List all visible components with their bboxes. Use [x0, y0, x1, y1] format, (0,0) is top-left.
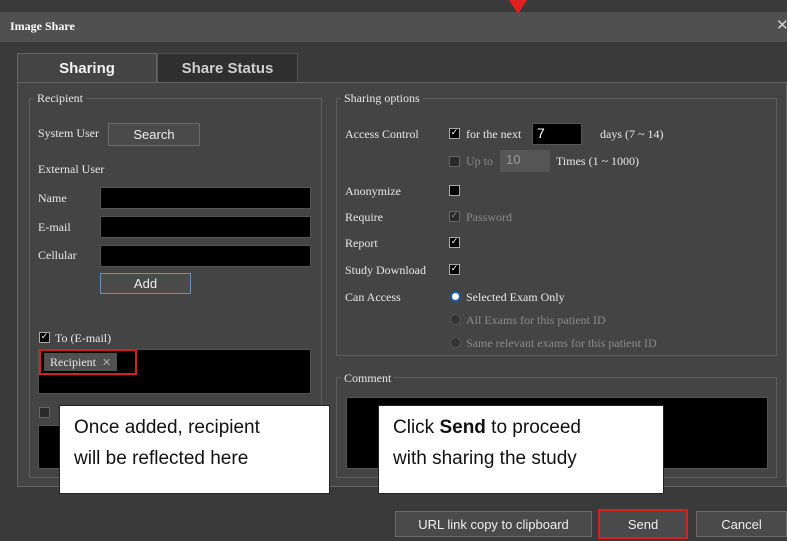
- tab-share-status[interactable]: Share Status: [157, 53, 298, 83]
- report-checkbox[interactable]: ✓: [449, 237, 460, 248]
- send-callout-line2: with sharing the study: [393, 448, 577, 469]
- name-input[interactable]: [100, 187, 311, 209]
- search-button[interactable]: Search: [108, 123, 200, 146]
- email-input[interactable]: [100, 216, 311, 238]
- send-callout-post: to proceed: [485, 417, 581, 438]
- days-range-label: days (7 ~ 14): [600, 127, 664, 141]
- send-callout: Click Send to proceed with sharing the s…: [378, 405, 664, 494]
- password-checkbox[interactable]: ✓: [449, 211, 460, 222]
- anonymize-checkbox[interactable]: [449, 185, 460, 196]
- study-download-checkbox[interactable]: ✓: [449, 264, 460, 275]
- password-label: Password: [466, 210, 513, 224]
- title-bar[interactable]: [0, 12, 787, 42]
- arrow-pointer-icon: [509, 0, 527, 14]
- require-label: Require: [345, 210, 383, 224]
- url-copy-button[interactable]: URL link copy to clipboard: [395, 511, 592, 537]
- close-icon[interactable]: ✕: [776, 16, 787, 34]
- send-callout-pre: Click: [393, 417, 440, 438]
- to-email-checkbox[interactable]: ✓: [39, 332, 50, 343]
- comment-label: Comment: [341, 371, 395, 386]
- sharing-options-label: Sharing options: [341, 91, 423, 106]
- access-radio-all-exams[interactable]: [450, 314, 461, 325]
- secondary-checkbox[interactable]: [39, 407, 50, 418]
- add-button[interactable]: Add: [100, 273, 191, 294]
- tab-sharing[interactable]: Sharing: [17, 53, 157, 83]
- cellular-label: Cellular: [38, 248, 77, 262]
- to-email-label: To (E-mail): [55, 331, 112, 345]
- access-option-selected-exam: Selected Exam Only: [466, 290, 565, 304]
- email-label: E-mail: [38, 220, 71, 234]
- up-to-checkbox[interactable]: [449, 156, 460, 167]
- name-label: Name: [38, 191, 67, 205]
- access-option-relevant-exams: Same relevant exams for this patient ID: [466, 336, 657, 350]
- report-label: Report: [345, 236, 378, 250]
- up-to-label: Up to: [466, 154, 493, 168]
- cancel-button[interactable]: Cancel: [696, 511, 787, 537]
- times-input[interactable]: 10: [500, 150, 550, 172]
- recipient-chip-label: Recipient: [50, 354, 96, 369]
- dialog-title: Image Share: [10, 19, 75, 33]
- external-user-label: External User: [38, 162, 105, 176]
- for-next-label: for the next: [466, 127, 522, 141]
- study-download-label: Study Download: [345, 263, 426, 277]
- access-radio-relevant-exams[interactable]: [450, 337, 461, 348]
- access-radio-selected-exam[interactable]: [450, 291, 461, 302]
- send-callout-bold: Send: [439, 417, 486, 438]
- for-next-checkbox[interactable]: ✓: [449, 128, 460, 139]
- send-button[interactable]: Send: [598, 509, 688, 539]
- access-option-all-exams: All Exams for this patient ID: [466, 313, 606, 327]
- times-range-label: Times (1 ~ 1000): [556, 154, 640, 168]
- recipient-callout-line2: will be reflected here: [74, 448, 249, 469]
- chip-remove-icon[interactable]: ✕: [102, 356, 111, 369]
- access-control-label: Access Control: [345, 127, 419, 141]
- system-user-label: System User: [38, 126, 99, 140]
- send-callout-line1: Click Send to proceed: [393, 412, 649, 443]
- recipient-callout: Once added, recipient will be reflected …: [59, 405, 330, 494]
- recipient-chip[interactable]: Recipient ✕: [44, 353, 118, 371]
- days-input[interactable]: 7: [532, 123, 582, 145]
- anonymize-label: Anonymize: [345, 184, 401, 198]
- recipient-group-label: Recipient: [34, 91, 86, 106]
- cellular-input[interactable]: [100, 245, 311, 267]
- can-access-label: Can Access: [345, 290, 401, 304]
- recipient-callout-line1: Once added, recipient: [74, 417, 260, 438]
